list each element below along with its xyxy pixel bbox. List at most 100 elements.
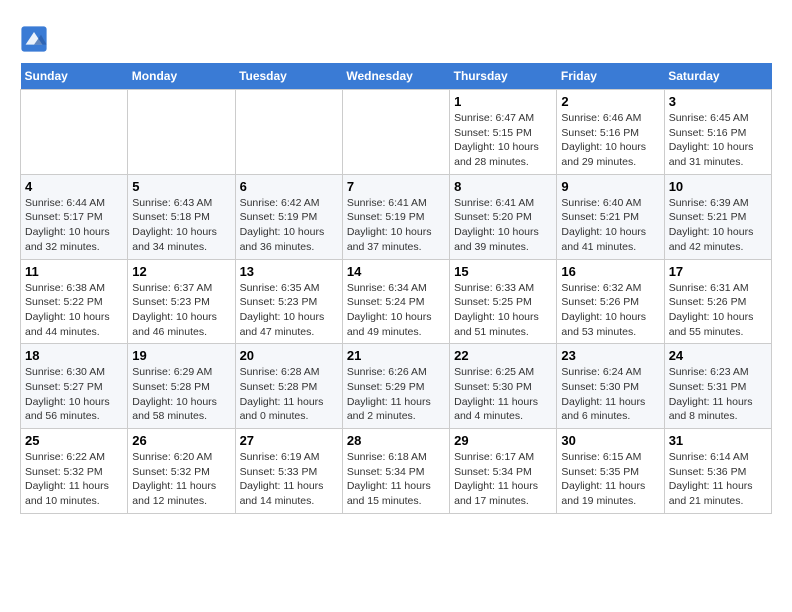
day-info: Sunrise: 6:37 AMSunset: 5:23 PMDaylight:…: [132, 281, 230, 340]
calendar-cell: 9 Sunrise: 6:40 AMSunset: 5:21 PMDaylight…: [557, 174, 664, 259]
day-number: 14: [347, 264, 445, 279]
day-info: Sunrise: 6:32 AMSunset: 5:26 PMDaylight:…: [561, 281, 659, 340]
day-number: 10: [669, 179, 767, 194]
day-info: Sunrise: 6:44 AMSunset: 5:17 PMDaylight:…: [25, 196, 123, 255]
calendar-cell: 26 Sunrise: 6:20 AMSunset: 5:32 PMDayligh…: [128, 429, 235, 514]
calendar-cell: 31 Sunrise: 6:14 AMSunset: 5:36 PMDayligh…: [664, 429, 771, 514]
logo: [20, 25, 52, 53]
day-info: Sunrise: 6:30 AMSunset: 5:27 PMDaylight:…: [25, 365, 123, 424]
calendar-cell: 1 Sunrise: 6:47 AMSunset: 5:15 PMDaylight…: [450, 90, 557, 175]
calendar-cell: 10 Sunrise: 6:39 AMSunset: 5:21 PMDayligh…: [664, 174, 771, 259]
day-number: 22: [454, 348, 552, 363]
day-info: Sunrise: 6:47 AMSunset: 5:15 PMDaylight:…: [454, 111, 552, 170]
day-info: Sunrise: 6:29 AMSunset: 5:28 PMDaylight:…: [132, 365, 230, 424]
calendar-cell: 17 Sunrise: 6:31 AMSunset: 5:26 PMDayligh…: [664, 259, 771, 344]
calendar-cell: 20 Sunrise: 6:28 AMSunset: 5:28 PMDayligh…: [235, 344, 342, 429]
day-number: 18: [25, 348, 123, 363]
day-number: 1: [454, 94, 552, 109]
day-info: Sunrise: 6:14 AMSunset: 5:36 PMDaylight:…: [669, 450, 767, 509]
day-number: 2: [561, 94, 659, 109]
calendar-cell: 6 Sunrise: 6:42 AMSunset: 5:19 PMDaylight…: [235, 174, 342, 259]
day-number: 9: [561, 179, 659, 194]
day-info: Sunrise: 6:23 AMSunset: 5:31 PMDaylight:…: [669, 365, 767, 424]
day-info: Sunrise: 6:28 AMSunset: 5:28 PMDaylight:…: [240, 365, 338, 424]
calendar-cell: 16 Sunrise: 6:32 AMSunset: 5:26 PMDayligh…: [557, 259, 664, 344]
day-info: Sunrise: 6:33 AMSunset: 5:25 PMDaylight:…: [454, 281, 552, 340]
day-info: Sunrise: 6:42 AMSunset: 5:19 PMDaylight:…: [240, 196, 338, 255]
day-info: Sunrise: 6:19 AMSunset: 5:33 PMDaylight:…: [240, 450, 338, 509]
day-info: Sunrise: 6:18 AMSunset: 5:34 PMDaylight:…: [347, 450, 445, 509]
header-sunday: Sunday: [21, 63, 128, 90]
day-number: 25: [25, 433, 123, 448]
day-info: Sunrise: 6:17 AMSunset: 5:34 PMDaylight:…: [454, 450, 552, 509]
header-friday: Friday: [557, 63, 664, 90]
calendar-cell: 11 Sunrise: 6:38 AMSunset: 5:22 PMDayligh…: [21, 259, 128, 344]
calendar-cell: 27 Sunrise: 6:19 AMSunset: 5:33 PMDayligh…: [235, 429, 342, 514]
header-thursday: Thursday: [450, 63, 557, 90]
day-info: Sunrise: 6:39 AMSunset: 5:21 PMDaylight:…: [669, 196, 767, 255]
calendar-cell: 5Sunrise: 6:43 AMSunset: 5:18 PMDaylight…: [128, 174, 235, 259]
calendar-cell: 12 Sunrise: 6:37 AMSunset: 5:23 PMDayligh…: [128, 259, 235, 344]
calendar-cell: 18 Sunrise: 6:30 AMSunset: 5:27 PMDayligh…: [21, 344, 128, 429]
day-info: Sunrise: 6:22 AMSunset: 5:32 PMDaylight:…: [25, 450, 123, 509]
calendar-cell: 14 Sunrise: 6:34 AMSunset: 5:24 PMDayligh…: [342, 259, 449, 344]
day-info: Sunrise: 6:34 AMSunset: 5:24 PMDaylight:…: [347, 281, 445, 340]
day-info: Sunrise: 6:25 AMSunset: 5:30 PMDaylight:…: [454, 365, 552, 424]
calendar-cell: [342, 90, 449, 175]
header-row: SundayMondayTuesdayWednesdayThursdayFrid…: [21, 63, 772, 90]
calendar-cell: 8 Sunrise: 6:41 AMSunset: 5:20 PMDaylight…: [450, 174, 557, 259]
day-info: Sunrise: 6:31 AMSunset: 5:26 PMDaylight:…: [669, 281, 767, 340]
calendar-table: SundayMondayTuesdayWednesdayThursdayFrid…: [20, 63, 772, 514]
day-info: Sunrise: 6:41 AMSunset: 5:20 PMDaylight:…: [454, 196, 552, 255]
logo-icon: [20, 25, 48, 53]
calendar-cell: 23Sunrise: 6:24 AMSunset: 5:30 PMDayligh…: [557, 344, 664, 429]
header-monday: Monday: [128, 63, 235, 90]
calendar-cell: 24 Sunrise: 6:23 AMSunset: 5:31 PMDayligh…: [664, 344, 771, 429]
day-number: 27: [240, 433, 338, 448]
calendar-cell: [128, 90, 235, 175]
day-info: Sunrise: 6:20 AMSunset: 5:32 PMDaylight:…: [132, 450, 230, 509]
calendar-cell: 21Sunrise: 6:26 AMSunset: 5:29 PMDayligh…: [342, 344, 449, 429]
day-number: 3: [669, 94, 767, 109]
calendar-cell: 13 Sunrise: 6:35 AMSunset: 5:23 PMDayligh…: [235, 259, 342, 344]
calendar-week-5: 25 Sunrise: 6:22 AMSunset: 5:32 PMDayligh…: [21, 429, 772, 514]
day-number: 13: [240, 264, 338, 279]
day-number: 16: [561, 264, 659, 279]
day-number: 24: [669, 348, 767, 363]
calendar-cell: [235, 90, 342, 175]
calendar-cell: 25 Sunrise: 6:22 AMSunset: 5:32 PMDayligh…: [21, 429, 128, 514]
calendar-cell: [21, 90, 128, 175]
calendar-cell: 30 Sunrise: 6:15 AMSunset: 5:35 PMDayligh…: [557, 429, 664, 514]
day-number: 30: [561, 433, 659, 448]
header-saturday: Saturday: [664, 63, 771, 90]
day-info: Sunrise: 6:24 AMSunset: 5:30 PMDaylight:…: [561, 365, 659, 424]
calendar-week-4: 18 Sunrise: 6:30 AMSunset: 5:27 PMDayligh…: [21, 344, 772, 429]
calendar-cell: 2 Sunrise: 6:46 AMSunset: 5:16 PMDaylight…: [557, 90, 664, 175]
day-info: Sunrise: 6:40 AMSunset: 5:21 PMDaylight:…: [561, 196, 659, 255]
day-number: 20: [240, 348, 338, 363]
day-info: Sunrise: 6:15 AMSunset: 5:35 PMDaylight:…: [561, 450, 659, 509]
day-number: 28: [347, 433, 445, 448]
day-number: 17: [669, 264, 767, 279]
day-number: 5: [132, 179, 230, 194]
day-number: 12: [132, 264, 230, 279]
day-number: 6: [240, 179, 338, 194]
day-info: Sunrise: 6:41 AMSunset: 5:19 PMDaylight:…: [347, 196, 445, 255]
day-info: Sunrise: 6:38 AMSunset: 5:22 PMDaylight:…: [25, 281, 123, 340]
day-number: 21: [347, 348, 445, 363]
day-number: 26: [132, 433, 230, 448]
calendar-cell: 22 Sunrise: 6:25 AMSunset: 5:30 PMDayligh…: [450, 344, 557, 429]
day-number: 31: [669, 433, 767, 448]
page-header: [20, 20, 772, 53]
header-tuesday: Tuesday: [235, 63, 342, 90]
day-info: Sunrise: 6:45 AMSunset: 5:16 PMDaylight:…: [669, 111, 767, 170]
day-info: Sunrise: 6:35 AMSunset: 5:23 PMDaylight:…: [240, 281, 338, 340]
day-number: 15: [454, 264, 552, 279]
day-number: 7: [347, 179, 445, 194]
calendar-cell: 29Sunrise: 6:17 AMSunset: 5:34 PMDayligh…: [450, 429, 557, 514]
day-number: 8: [454, 179, 552, 194]
calendar-cell: 4Sunrise: 6:44 AMSunset: 5:17 PMDaylight…: [21, 174, 128, 259]
calendar-cell: 15 Sunrise: 6:33 AMSunset: 5:25 PMDayligh…: [450, 259, 557, 344]
day-info: Sunrise: 6:46 AMSunset: 5:16 PMDaylight:…: [561, 111, 659, 170]
day-number: 11: [25, 264, 123, 279]
